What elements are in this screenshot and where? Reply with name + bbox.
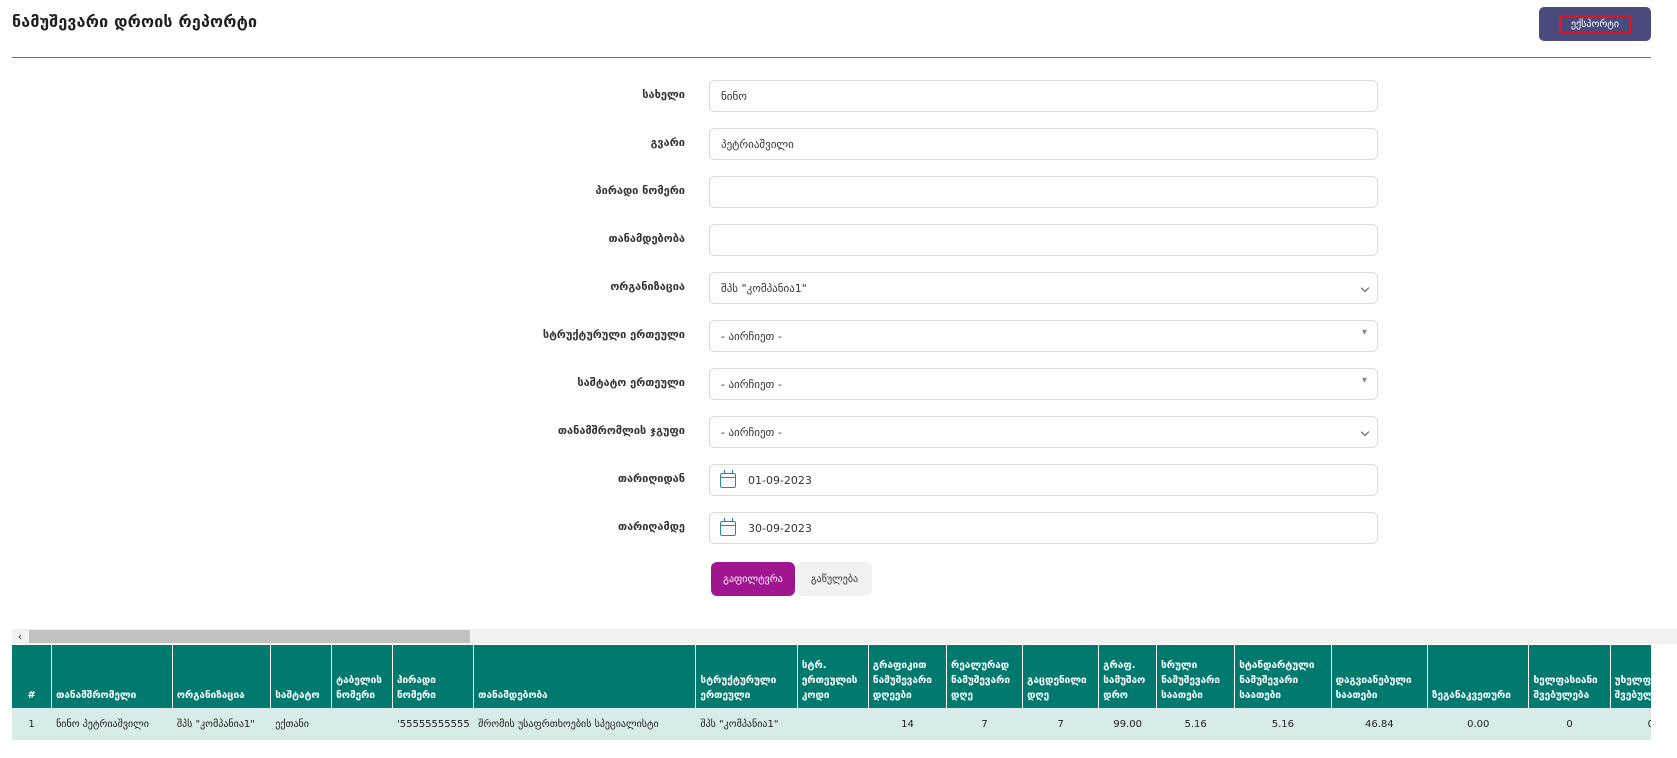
date-to-label: თარიღამდე: [617, 520, 685, 533]
staff-unit-value: - აირჩიეთ -: [721, 377, 782, 391]
table-row[interactable]: 1 ნინო პეტრიაშვილი შპს "კომპანია1" ექთანი '5…: [12, 708, 1651, 740]
table-cell: 14: [868, 708, 948, 740]
row-date-to: თარიღამდე 30-09-2023: [0, 512, 1400, 544]
column-header[interactable]: თანამშრომელი: [51, 645, 173, 708]
table-cell: 5.16: [1156, 708, 1236, 740]
page-title: ნამუშევარი დროის რეპორტი: [12, 12, 258, 31]
table-cell: 99.00: [1098, 708, 1158, 740]
row-personal-number: პირადი ნომერი: [0, 176, 1400, 208]
row-first-name: სახელი ნინო: [0, 80, 1400, 112]
date-to-input[interactable]: 30-09-2023: [709, 512, 1378, 544]
table-header-row: # თანამშრომელი ორგანიზაცია საშტატო ტაბელის ნ…: [12, 645, 1651, 708]
column-header[interactable]: საშტატო: [270, 645, 333, 708]
personal-number-label: პირადი ნომერი: [595, 184, 685, 197]
column-header[interactable]: სტანდარტული ნამუშევარი საათები: [1234, 645, 1332, 708]
structural-unit-select[interactable]: - აირჩიეთ -: [709, 320, 1378, 352]
table-cell: 0: [1528, 708, 1611, 740]
report-table: # თანამშრომელი ორგანიზაცია საშტატო ტაბელის ნ…: [12, 645, 1651, 740]
first-name-label: სახელი: [642, 88, 685, 101]
structural-unit-value: - აირჩიეთ -: [721, 329, 782, 343]
staff-unit-select[interactable]: - აირჩიეთ -: [709, 368, 1378, 400]
report-table-container: # თანამშრომელი ორგანიზაცია საშტატო ტაბელის ნ…: [12, 645, 1651, 740]
employee-group-select[interactable]: - აირჩიეთ -: [709, 416, 1378, 448]
table-cell: 7: [1022, 708, 1100, 740]
table-cell: 5.16: [1234, 708, 1332, 740]
date-to-value: 30-09-2023: [748, 521, 812, 535]
table-cell: [331, 708, 393, 740]
date-from-value: 01-09-2023: [748, 473, 812, 487]
row-organization: ორგანიზაცია შპს "კომპანია1": [0, 272, 1400, 304]
table-horizontal-scrollbar[interactable]: ‹: [12, 629, 1677, 644]
last-name-label: გვარი: [650, 136, 685, 149]
column-header[interactable]: ხელფასიანი შვებულება: [1528, 645, 1611, 708]
table-cell: '55555555555: [392, 708, 475, 740]
organization-value: შპს "კომპანია1": [721, 281, 807, 295]
column-header[interactable]: გრაფიკით ნამუშევარი დღეები: [868, 645, 948, 708]
column-header[interactable]: პირადი ნომერი: [392, 645, 475, 708]
table-cell: შპს "კომპანია1": [172, 708, 272, 740]
title-divider: [12, 57, 1651, 58]
column-header[interactable]: გაცდენილი დღე: [1022, 645, 1100, 708]
table-cell: 46.84: [1331, 708, 1429, 740]
row-position: თანამდებობა: [0, 224, 1400, 256]
table-cell: [797, 708, 869, 740]
column-header[interactable]: სტრ. ერთეულის კოდი: [797, 645, 869, 708]
column-header[interactable]: სტრუქტურული ერთეული: [695, 645, 798, 708]
filter-button[interactable]: გაფილტვრა: [711, 562, 795, 596]
first-name-input[interactable]: ნინო: [709, 80, 1378, 112]
column-header[interactable]: #: [12, 645, 53, 708]
employee-group-value: - აირჩიეთ -: [721, 425, 782, 439]
table-cell: შრომის უსაფრთხოების სპეციალისტი: [473, 708, 697, 740]
table-cell: ექთანი: [270, 708, 333, 740]
column-header[interactable]: თანამდებობა: [473, 645, 697, 708]
scroll-thumb[interactable]: [29, 630, 470, 643]
table-cell: 7: [946, 708, 1024, 740]
organization-select[interactable]: შპს "კომპანია1": [709, 272, 1378, 304]
table-cell: ნინო პეტრიაშვილი: [51, 708, 173, 740]
scroll-left-icon[interactable]: ‹: [12, 629, 28, 644]
table-cell: 0.00: [1427, 708, 1530, 740]
column-header[interactable]: რეალურად ნამუშევარი დღე: [946, 645, 1024, 708]
employee-group-label: თანამშრომლის ჯგუფი: [557, 424, 685, 437]
table-cell: 1: [12, 708, 53, 740]
export-button[interactable]: ექსპორტი: [1539, 7, 1651, 41]
calendar-icon: [720, 517, 736, 536]
column-header[interactable]: ზეგანაკვეთური: [1427, 645, 1530, 708]
row-employee-group: თანამშრომლის ჯგუფი - აირჩიეთ -: [0, 416, 1400, 448]
organization-label: ორგანიზაცია: [610, 280, 685, 293]
column-header[interactable]: გრაფ. სამუშაო დრო: [1098, 645, 1158, 708]
export-button-label: ექსპორტი: [1558, 14, 1632, 34]
date-from-label: თარიღიდან: [617, 472, 685, 485]
staff-unit-label: საშტატო ერთეული: [577, 376, 685, 389]
table-cell: შპს "კომპანია1": [695, 708, 798, 740]
personal-number-input[interactable]: [709, 176, 1378, 208]
column-header[interactable]: ორგანიზაცია: [172, 645, 272, 708]
row-staff-unit: საშტატო ერთეული - აირჩიეთ -: [0, 368, 1400, 400]
reset-button[interactable]: გაწულება: [797, 562, 872, 596]
calendar-icon: [720, 469, 736, 488]
column-header[interactable]: უხელფასო შვებულება: [1610, 645, 1651, 708]
row-date-from: თარიღიდან 01-09-2023: [0, 464, 1400, 496]
column-header[interactable]: სრული ნამუშევარი საათები: [1156, 645, 1236, 708]
position-input[interactable]: [709, 224, 1378, 256]
last-name-input[interactable]: პეტრიაშვილი: [709, 128, 1378, 160]
date-from-input[interactable]: 01-09-2023: [709, 464, 1378, 496]
column-header[interactable]: ტაბელის ნომერი: [331, 645, 393, 708]
column-header[interactable]: დაგვიანებული საათები: [1331, 645, 1429, 708]
row-structural-unit: სტრუქტურული ერთეული - აირჩიეთ -: [0, 320, 1400, 352]
structural-unit-label: სტრუქტურული ერთეული: [542, 328, 685, 341]
row-last-name: გვარი პეტრიაშვილი: [0, 128, 1400, 160]
table-cell: 0: [1610, 708, 1651, 740]
position-label: თანამდებობა: [608, 232, 685, 245]
